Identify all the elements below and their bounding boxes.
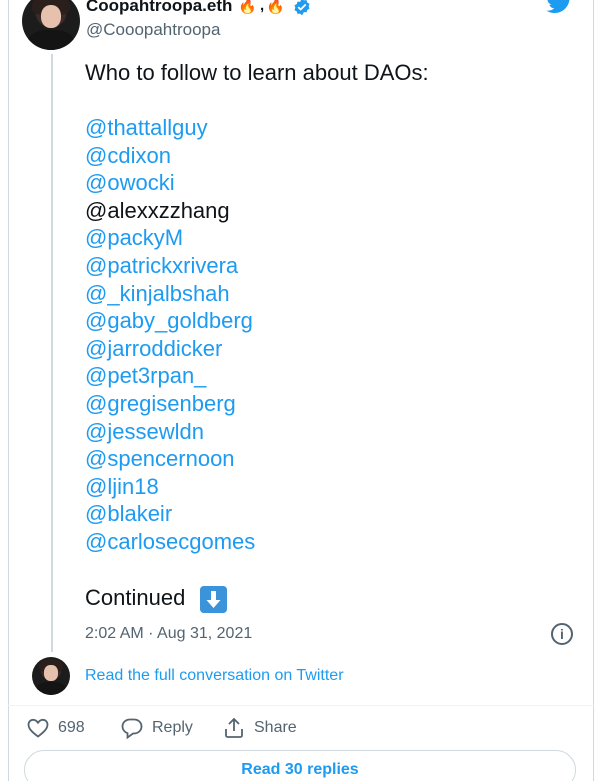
mention-link[interactable]: @packyM bbox=[85, 224, 255, 252]
conversation-avatar[interactable] bbox=[32, 657, 70, 695]
reply-bubble-icon bbox=[121, 718, 143, 740]
mention-link[interactable]: @jarroddicker bbox=[85, 335, 255, 363]
mention-link[interactable]: @jessewldn bbox=[85, 418, 255, 446]
mention-link[interactable]: @owocki bbox=[85, 169, 255, 197]
author-handle[interactable]: @Cooopahtroopa bbox=[86, 20, 220, 40]
mention-link[interactable]: @pet3rpan_ bbox=[85, 362, 255, 390]
tweet-text: Who to follow to learn about DAOs: bbox=[85, 60, 429, 85]
mention-link[interactable]: @patrickxrivera bbox=[85, 252, 255, 280]
mention-link[interactable]: @gaby_goldberg bbox=[85, 307, 255, 335]
emoji-separator: , bbox=[260, 0, 265, 14]
fire-emoji: 🔥 bbox=[238, 0, 257, 15]
continued-text: Continued bbox=[85, 585, 186, 610]
mention-link[interactable]: @spencernoon bbox=[85, 445, 255, 473]
author-display-name[interactable]: Coopahtroopa.eth bbox=[86, 0, 232, 16]
mention-link[interactable]: @_kinjalbshah bbox=[85, 280, 255, 308]
mention-link[interactable]: @gregisenberg bbox=[85, 390, 255, 418]
mention-link[interactable]: @carlosecgomes bbox=[85, 528, 255, 556]
mention-link[interactable]: @blakeir bbox=[85, 500, 255, 528]
divider bbox=[8, 705, 594, 706]
fire-emoji: 🔥 bbox=[266, 0, 285, 15]
info-icon[interactable]: i bbox=[551, 623, 573, 645]
heart-icon bbox=[27, 718, 49, 738]
thread-line bbox=[51, 54, 53, 652]
card-border-right bbox=[593, 0, 594, 781]
share-label: Share bbox=[254, 719, 297, 736]
verified-badge-icon bbox=[294, 0, 310, 16]
twitter-bird-icon[interactable] bbox=[546, 0, 574, 14]
mention-text: @alexxzzhang bbox=[85, 197, 230, 223]
mention-link[interactable]: @cdixon bbox=[85, 142, 255, 170]
mention-link[interactable]: @thattallguy bbox=[85, 114, 255, 142]
read-replies-button[interactable]: Read 30 replies bbox=[24, 750, 576, 781]
tweet-timestamp[interactable]: 2:02 AM · Aug 31, 2021 bbox=[85, 625, 252, 643]
down-arrow-icon bbox=[200, 586, 227, 613]
card-border-left bbox=[8, 0, 9, 781]
mentions-list: @thattallguy @cdixon @owocki @alexxzzhan… bbox=[85, 114, 255, 556]
author-avatar[interactable] bbox=[22, 0, 80, 50]
read-full-conversation-link[interactable]: Read the full conversation on Twitter bbox=[85, 667, 344, 685]
mention-link[interactable]: @ljin18 bbox=[85, 473, 255, 501]
reply-label: Reply bbox=[152, 719, 193, 736]
share-icon bbox=[225, 717, 243, 738]
like-count: 698 bbox=[58, 719, 85, 736]
